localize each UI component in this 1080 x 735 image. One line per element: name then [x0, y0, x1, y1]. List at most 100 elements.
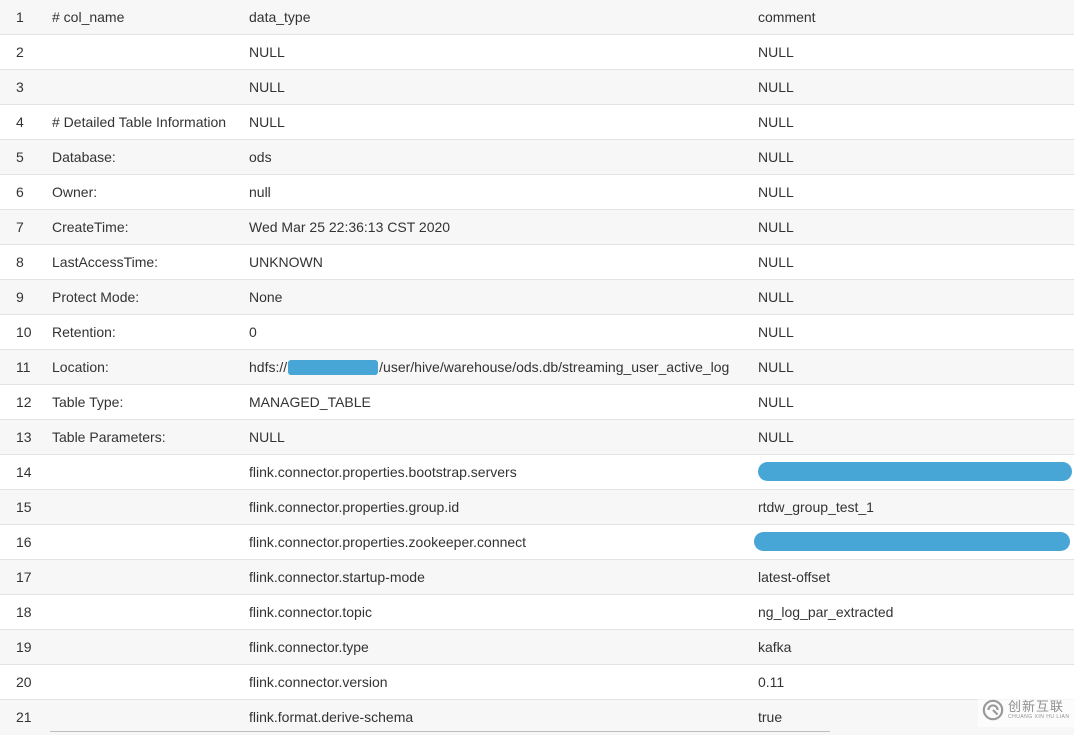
data-type-cell: flink.connector.properties.bootstrap.ser…	[249, 455, 749, 490]
table-row[interactable]: 12 Table Type: MANAGED_TABLE NULL	[0, 385, 1074, 420]
row-number: 5	[16, 140, 46, 175]
table-row[interactable]: 4 # Detailed Table Information NULL NULL	[0, 105, 1074, 140]
row-number: 16	[16, 525, 46, 560]
row-number: 19	[16, 630, 46, 665]
table-row[interactable]: 13 Table Parameters: NULL NULL	[0, 420, 1074, 455]
comment-cell: rtdw_group_test_1	[758, 490, 1074, 525]
row-number: 8	[16, 245, 46, 280]
location-prefix: hdfs://	[249, 359, 287, 375]
data-type-cell: NULL	[249, 105, 749, 140]
swirl-logo-icon	[982, 699, 1004, 721]
col-name-cell: Protect Mode:	[52, 280, 242, 315]
col-name-header: # col_name	[52, 0, 242, 35]
col-name-cell: Retention:	[52, 315, 242, 350]
comment-cell: NULL	[758, 105, 1074, 140]
comment-cell: NULL	[758, 385, 1074, 420]
comment-cell: NULL	[758, 70, 1074, 105]
table-row[interactable]: 6 Owner: null NULL	[0, 175, 1074, 210]
table-row[interactable]: 19 flink.connector.type kafka	[0, 630, 1074, 665]
row-number: 10	[16, 315, 46, 350]
watermark-text: 创新互联 CHUANG XIN HU LIAN	[1008, 699, 1070, 721]
location-path: /user/hive/warehouse/ods.db/streaming_us…	[379, 359, 729, 375]
row-number: 1	[16, 0, 46, 35]
col-name-cell	[52, 595, 242, 630]
redacted-host	[288, 360, 378, 375]
data-type-cell: None	[249, 280, 749, 315]
comment-cell: NULL	[758, 420, 1074, 455]
table-row[interactable]: 9 Protect Mode: None NULL	[0, 280, 1074, 315]
result-table: 1 # col_name data_type comment 2 NULL NU…	[0, 0, 1080, 733]
row-number: 11	[16, 350, 46, 385]
data-type-cell: 0	[249, 315, 749, 350]
row-number: 3	[16, 70, 46, 105]
comment-cell: NULL	[758, 245, 1074, 280]
watermark-cn: 创新互联	[1008, 699, 1070, 714]
col-name-cell	[52, 665, 242, 700]
data-type-header: data_type	[249, 0, 749, 35]
table-row[interactable]: 15 flink.connector.properties.group.id r…	[0, 490, 1074, 525]
watermark-en: CHUANG XIN HU LIAN	[1008, 714, 1070, 721]
data-type-cell: null	[249, 175, 749, 210]
col-name-cell	[52, 35, 242, 70]
comment-cell: NULL	[758, 175, 1074, 210]
table-row[interactable]: 10 Retention: 0 NULL	[0, 315, 1074, 350]
row-number: 21	[16, 700, 46, 735]
row-number: 12	[16, 385, 46, 420]
comment-cell: NULL	[758, 35, 1074, 70]
row-number: 9	[16, 280, 46, 315]
comment-cell: NULL	[758, 280, 1074, 315]
row-number: 17	[16, 560, 46, 595]
comment-cell: NULL	[758, 140, 1074, 175]
table-row[interactable]: 18 flink.connector.topic ng_log_par_extr…	[0, 595, 1074, 630]
row-number: 6	[16, 175, 46, 210]
col-name-cell	[52, 490, 242, 525]
col-name-cell: Database:	[52, 140, 242, 175]
row-number: 14	[16, 455, 46, 490]
data-type-cell: NULL	[249, 420, 749, 455]
col-name-cell	[52, 70, 242, 105]
data-type-cell: flink.format.derive-schema	[249, 700, 749, 735]
row-number: 13	[16, 420, 46, 455]
col-name-cell: Table Type:	[52, 385, 242, 420]
col-name-cell	[52, 525, 242, 560]
table-row[interactable]: 21 flink.format.derive-schema true	[0, 700, 1074, 735]
comment-header: comment	[758, 0, 1074, 35]
col-name-cell	[52, 700, 242, 735]
data-type-cell: flink.connector.properties.zookeeper.con…	[249, 525, 749, 560]
col-name-cell	[52, 630, 242, 665]
comment-cell: NULL	[758, 350, 1074, 385]
row-number: 15	[16, 490, 46, 525]
comment-cell: latest-offset	[758, 560, 1074, 595]
data-type-cell: ods	[249, 140, 749, 175]
row-number: 20	[16, 665, 46, 700]
col-name-cell: LastAccessTime:	[52, 245, 242, 280]
data-type-cell: flink.connector.topic	[249, 595, 749, 630]
col-name-cell: CreateTime:	[52, 210, 242, 245]
comment-cell: NULL	[758, 210, 1074, 245]
comment-cell	[754, 525, 1070, 560]
location-cell: hdfs:// /user/hive/warehouse/ods.db/strea…	[249, 350, 749, 385]
data-type-cell: flink.connector.properties.group.id	[249, 490, 749, 525]
table-row[interactable]: 2 NULL NULL	[0, 35, 1074, 70]
table-row[interactable]: 1 # col_name data_type comment	[0, 0, 1074, 35]
col-name-cell: # Detailed Table Information	[52, 105, 242, 140]
table-row[interactable]: 16 flink.connector.properties.zookeeper.…	[0, 525, 1074, 560]
table-row[interactable]: 7 CreateTime: Wed Mar 25 22:36:13 CST 20…	[0, 210, 1074, 245]
table-row[interactable]: 20 flink.connector.version 0.11	[0, 665, 1074, 700]
row-number: 7	[16, 210, 46, 245]
data-type-cell: NULL	[249, 70, 749, 105]
horizontal-scrollbar[interactable]	[50, 731, 830, 732]
comment-cell: NULL	[758, 315, 1074, 350]
row-number: 18	[16, 595, 46, 630]
col-name-cell: Location:	[52, 350, 242, 385]
table-row[interactable]: 8 LastAccessTime: UNKNOWN NULL	[0, 245, 1074, 280]
redacted-servers	[758, 462, 1072, 481]
data-type-cell: flink.connector.startup-mode	[249, 560, 749, 595]
table-row[interactable]: 3 NULL NULL	[0, 70, 1074, 105]
data-type-cell: Wed Mar 25 22:36:13 CST 2020	[249, 210, 749, 245]
table-row[interactable]: 17 flink.connector.startup-mode latest-o…	[0, 560, 1074, 595]
data-type-cell: flink.connector.version	[249, 665, 749, 700]
table-row[interactable]: 5 Database: ods NULL	[0, 140, 1074, 175]
table-row[interactable]: 11 Location: hdfs:// /user/hive/warehouse…	[0, 350, 1074, 385]
table-row[interactable]: 14 flink.connector.properties.bootstrap.…	[0, 455, 1074, 490]
